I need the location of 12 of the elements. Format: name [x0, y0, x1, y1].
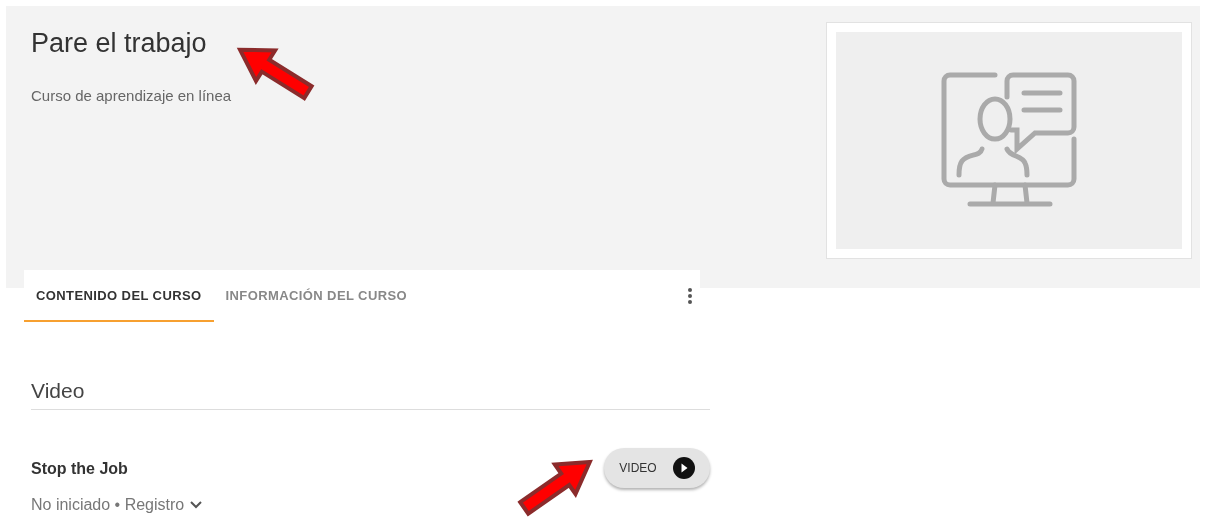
chevron-down-icon[interactable]	[190, 501, 203, 509]
tab[interactable]: CONTENIDO DEL CURSO	[24, 270, 214, 322]
course-title: Pare el trabajo	[31, 28, 208, 59]
more-options-icon[interactable]	[688, 288, 692, 304]
tab[interactable]: INFORMACIÓN DEL CURSO	[213, 270, 420, 322]
video-button[interactable]: VIDEO	[604, 448, 710, 488]
monitor-chat-icon	[940, 71, 1078, 210]
section-title: Video	[31, 379, 710, 410]
lesson-title: Stop the Job	[31, 460, 129, 478]
play-icon	[672, 457, 695, 479]
lesson-status: No iniciado • Registro	[31, 496, 185, 514]
course-subtitle: Curso de aprendizaje en línea	[31, 87, 232, 104]
